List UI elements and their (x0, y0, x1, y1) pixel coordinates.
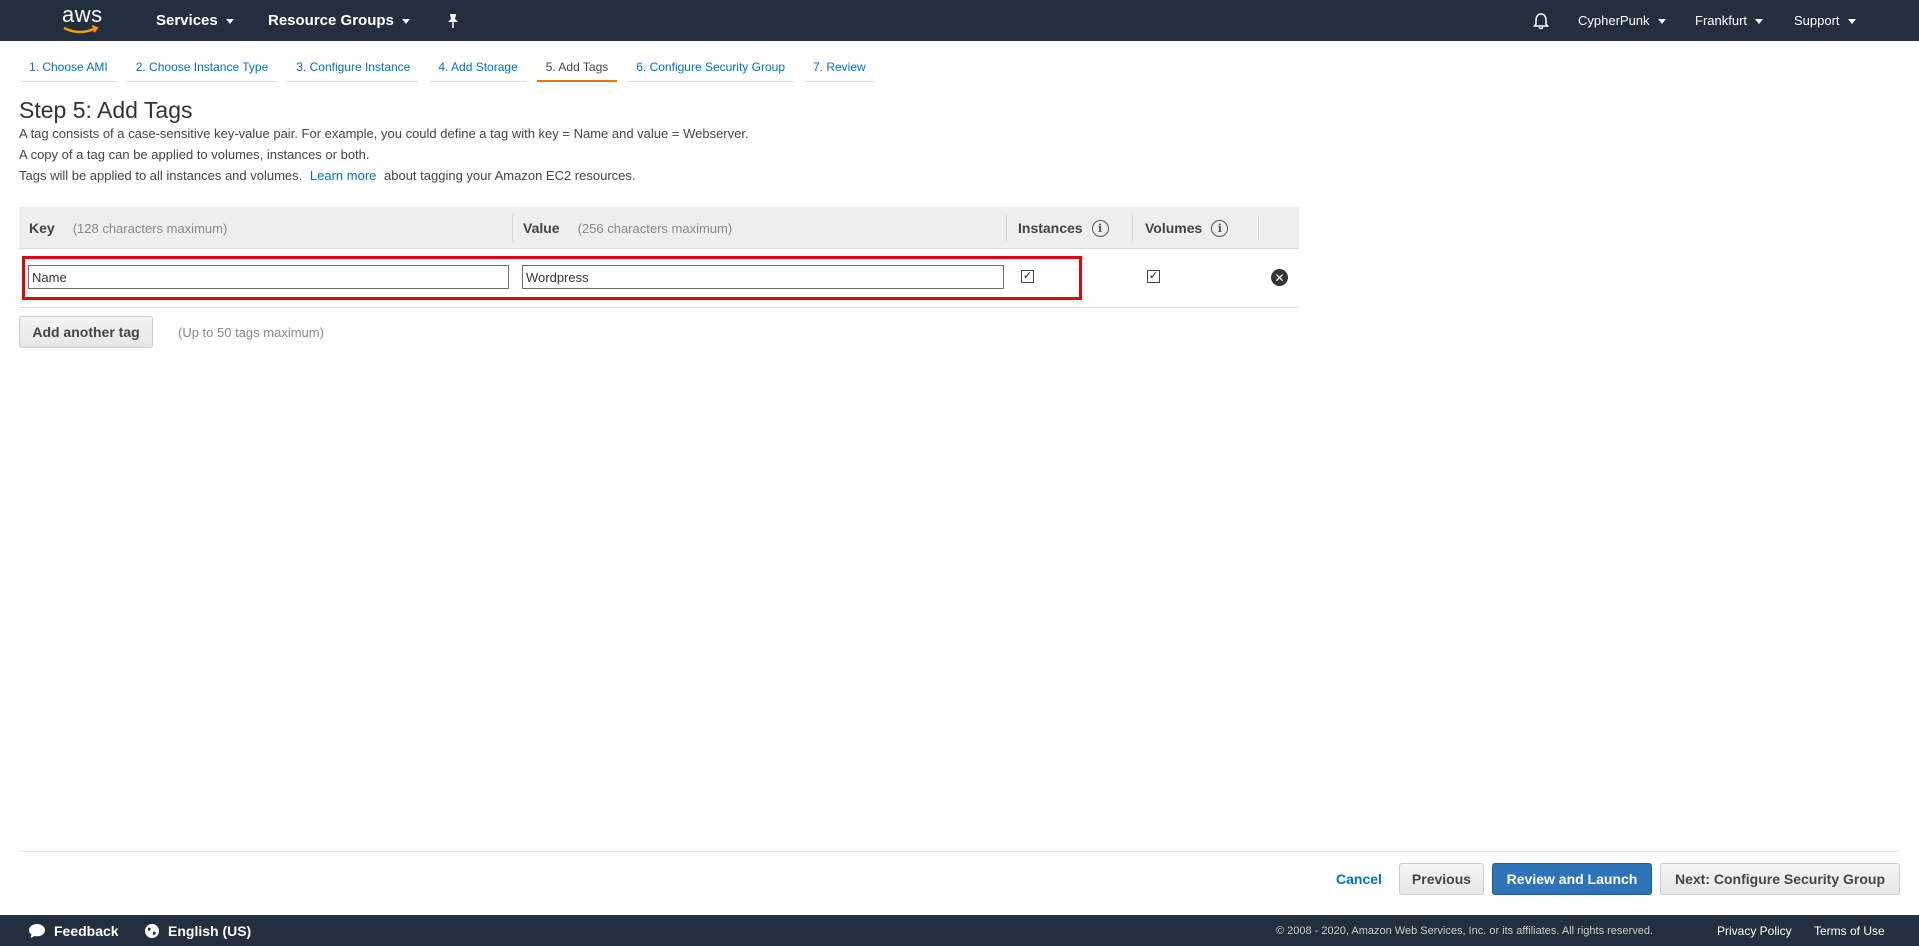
previous-button[interactable]: Previous (1399, 863, 1484, 895)
key-column-header: Key (128 characters maximum) (29, 207, 227, 249)
services-menu[interactable]: Services (156, 0, 234, 41)
caret-down-icon (225, 19, 234, 24)
globe-icon (145, 923, 159, 938)
pin-icon[interactable] (446, 0, 460, 41)
key-header-hint: (128 characters maximum) (72, 220, 228, 236)
aws-logo[interactable]: aws (58, 2, 104, 36)
value-header-label: Value (523, 220, 560, 236)
aws-smile-icon (63, 25, 99, 34)
key-header-label: Key (29, 220, 55, 236)
volumes-column-header: Volumes i (1145, 207, 1229, 249)
volumes-checkbox[interactable]: ✓ (1147, 270, 1160, 283)
cancel-button[interactable]: Cancel (1336, 871, 1382, 887)
pin-icon-svg (448, 13, 458, 28)
page-title: Step 5: Add Tags (19, 97, 193, 123)
tag-limit-note: (Up to 50 tags maximum) (178, 325, 324, 340)
copyright-text: © 2008 - 2020, Amazon Web Services, Inc.… (1276, 924, 1653, 937)
info-icon[interactable]: i (1091, 219, 1109, 237)
resource-groups-menu[interactable]: Resource Groups (268, 0, 410, 41)
feedback-link[interactable]: Feedback (28, 915, 119, 946)
step-add-tags[interactable]: 5. Add Tags (536, 58, 618, 82)
step-configure-instance[interactable]: 3. Configure Instance (287, 58, 420, 82)
review-and-launch-button[interactable]: Review and Launch (1492, 863, 1652, 895)
caret-down-icon (401, 19, 410, 24)
language-selector[interactable]: English (US) (144, 915, 251, 946)
step-review[interactable]: 7. Review (804, 58, 875, 82)
caret-down-icon (1657, 19, 1666, 24)
tag-key-input[interactable] (28, 265, 509, 289)
wizard-steps: 1. Choose AMI 2. Choose Instance Type 3.… (20, 58, 875, 82)
support-menu[interactable]: Support (1794, 0, 1856, 41)
description-line-3-pre: Tags will be applied to all instances an… (19, 168, 303, 183)
bell-icon-svg (1533, 12, 1549, 29)
tags-table: Key (128 characters maximum) Value (256 … (19, 207, 1299, 308)
privacy-policy-link[interactable]: Privacy Policy (1717, 915, 1792, 946)
language-label: English (US) (168, 922, 252, 939)
value-header-hint: (256 characters maximum) (577, 220, 733, 236)
remove-tag-icon[interactable]: ✕ (1271, 269, 1288, 286)
footer-divider (19, 851, 1900, 852)
checkbox-checked-icon: ✓ (1148, 270, 1159, 282)
column-divider (512, 215, 513, 241)
region-label: Frankfurt (1695, 13, 1748, 28)
account-label: CypherPunk (1578, 13, 1650, 28)
description-line-2: A copy of a tag can be applied to volume… (19, 147, 370, 162)
caret-down-icon (1755, 19, 1764, 24)
instances-column-header: Instances i (1018, 207, 1109, 249)
terms-of-use-link[interactable]: Terms of Use (1814, 915, 1885, 946)
region-menu[interactable]: Frankfurt (1695, 0, 1764, 41)
services-label: Services (156, 12, 218, 29)
account-menu[interactable]: CypherPunk (1578, 0, 1666, 41)
support-label: Support (1794, 13, 1840, 28)
instances-checkbox[interactable]: ✓ (1021, 270, 1034, 283)
checkbox-checked-icon: ✓ (1022, 270, 1033, 282)
bell-icon[interactable] (1533, 0, 1549, 41)
add-another-tag-button[interactable]: Add another tag (19, 316, 153, 348)
column-divider (1132, 215, 1133, 241)
instances-header-label: Instances (1018, 220, 1083, 236)
step-configure-security-group[interactable]: 6. Configure Security Group (627, 58, 794, 82)
step-add-storage[interactable]: 4. Add Storage (429, 58, 527, 82)
column-divider (1006, 215, 1007, 241)
step-choose-instance-type[interactable]: 2. Choose Instance Type (126, 58, 278, 82)
column-divider (1258, 215, 1259, 241)
step-choose-ami[interactable]: 1. Choose AMI (20, 58, 117, 82)
speech-bubble-icon (29, 923, 45, 938)
description-line-1: A tag consists of a case-sensitive key-v… (19, 126, 749, 141)
resource-groups-label: Resource Groups (268, 12, 394, 29)
learn-more-link[interactable]: Learn more (310, 168, 376, 183)
info-icon[interactable]: i (1211, 219, 1229, 237)
feedback-label: Feedback (54, 922, 119, 939)
tag-value-input[interactable] (522, 265, 1004, 289)
description-line-3-post: about tagging your Amazon EC2 resources. (384, 168, 636, 183)
caret-down-icon (1847, 19, 1856, 24)
next-configure-security-group-button[interactable]: Next: Configure Security Group (1660, 863, 1900, 895)
volumes-header-label: Volumes (1145, 220, 1203, 236)
top-navigation-bar: aws Services Resource Groups CypherPunk … (0, 0, 1919, 41)
value-column-header: Value (256 characters maximum) (523, 207, 732, 249)
table-header: Key (128 characters maximum) Value (256 … (19, 207, 1299, 249)
description-line-3: Tags will be applied to all instances an… (19, 168, 636, 183)
table-row: ✓ ✓ ✕ (19, 249, 1299, 308)
bottom-bar: Feedback English (US) © 2008 - 2020, Ama… (0, 915, 1919, 946)
